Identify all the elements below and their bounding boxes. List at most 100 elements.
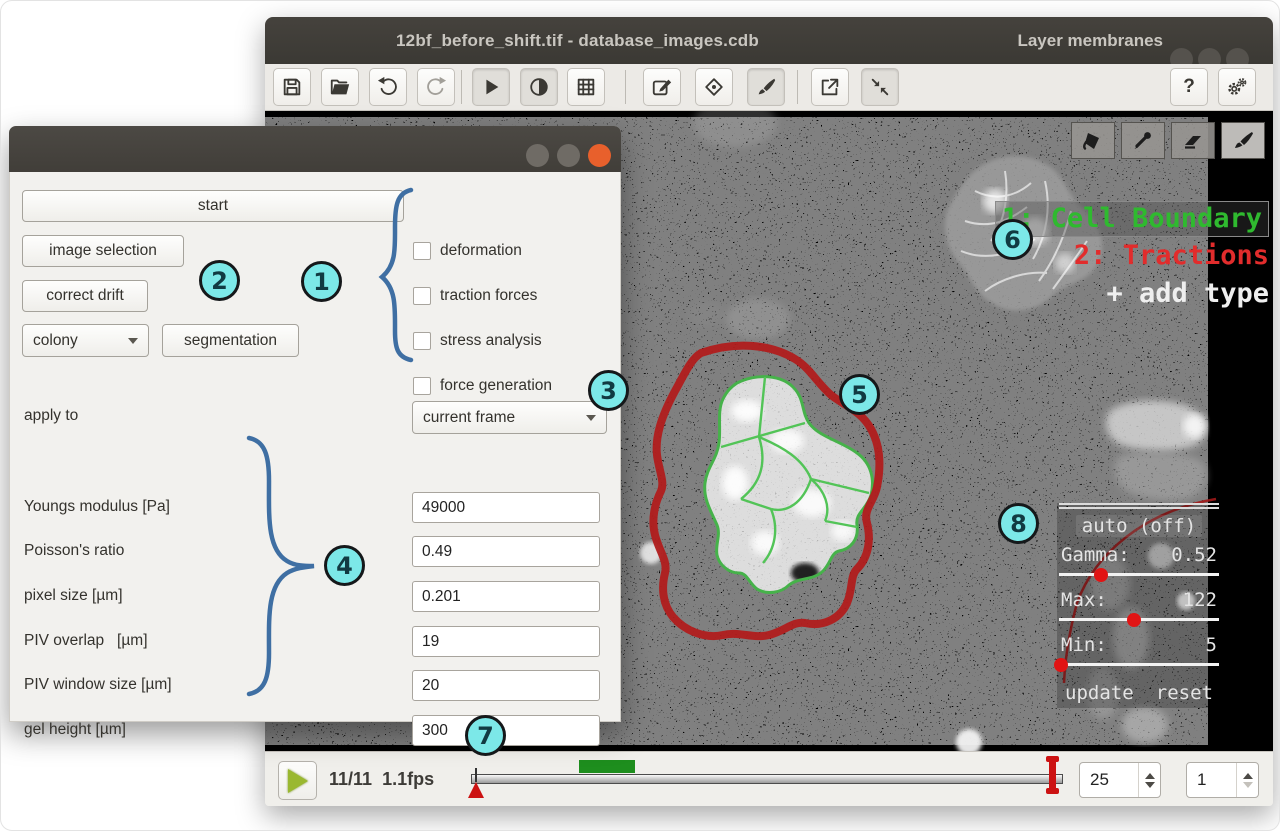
dialog-minimize-button[interactable]: [526, 144, 549, 167]
poissons-ratio-label: Poisson's ratio: [24, 542, 124, 560]
apply-to-dropdown[interactable]: current frame: [412, 401, 607, 434]
dialog-body: start image selection correct drift colo…: [9, 172, 621, 722]
timeline-start-marker[interactable]: [468, 782, 484, 798]
timeline-track[interactable]: [471, 774, 1063, 784]
min-label: Min:: [1061, 634, 1107, 656]
checkbox[interactable]: [413, 377, 431, 395]
checkbox[interactable]: [413, 287, 431, 305]
gears-icon: [1226, 76, 1248, 98]
max-row: Max: 122: [1057, 589, 1221, 611]
youngs-modulus-label: Youngs modulus [Pa]: [24, 498, 170, 516]
checkbox-force-generation[interactable]: force generation: [413, 377, 552, 395]
gamma-row: Gamma: 0.52: [1057, 544, 1221, 566]
eraser-tool-button[interactable]: [1171, 122, 1215, 159]
fps-label: 1.1fps: [382, 769, 434, 789]
fit-view-button[interactable]: [861, 68, 899, 106]
mask-toolbar: [1071, 122, 1265, 159]
checkbox[interactable]: [413, 332, 431, 350]
undo-button[interactable]: [369, 68, 407, 106]
badge-5: 5: [839, 374, 880, 415]
collapse-arrows-icon: [869, 76, 891, 98]
gel-height-label: gel height [µm]: [24, 721, 126, 739]
gamma-value: 0.52: [1171, 544, 1217, 566]
save-button[interactable]: [273, 68, 311, 106]
export-button[interactable]: [811, 68, 849, 106]
poissons-ratio-field[interactable]: [412, 536, 600, 567]
redo-button[interactable]: [417, 68, 455, 106]
badge-7: 7: [465, 715, 506, 756]
gel-height-field[interactable]: [412, 715, 600, 746]
correct-drift-button[interactable]: correct drift: [22, 280, 148, 312]
fill-icon: [1081, 130, 1105, 152]
marker-button[interactable]: [695, 68, 733, 106]
marker-type-list: 1: Cell Boundary 2: Tractions + add type: [832, 167, 1269, 281]
gamma-slider-handle[interactable]: [1094, 568, 1108, 582]
main-toolbar: ?: [265, 64, 1273, 111]
dialog-maximize-button[interactable]: [557, 144, 580, 167]
spin-down-icon[interactable]: [1145, 782, 1155, 788]
spin-up-icon[interactable]: [1145, 773, 1155, 779]
mode-dropdown[interactable]: colony: [22, 324, 149, 357]
contrast-icon: [528, 76, 550, 98]
export-icon: [819, 76, 841, 98]
toolbar-separator: [461, 70, 462, 104]
reset-button[interactable]: reset: [1156, 682, 1213, 704]
max-value: 122: [1183, 589, 1217, 611]
pipette-tool-button[interactable]: [1121, 122, 1165, 159]
skip-frames-spinbox[interactable]: 25: [1079, 762, 1161, 798]
type-cell-boundary[interactable]: 1: Cell Boundary: [832, 167, 1269, 205]
chevron-down-icon: [128, 338, 138, 344]
play-icon: [480, 76, 502, 98]
checkbox[interactable]: [413, 242, 431, 260]
update-button[interactable]: update: [1065, 682, 1134, 704]
open-folder-icon: [329, 76, 351, 98]
piv-window-size-field[interactable]: [412, 670, 600, 701]
pixel-size-label: pixel size [µm]: [24, 587, 123, 605]
max-slider-handle[interactable]: [1127, 613, 1141, 627]
timeline-slider[interactable]: [471, 752, 1063, 807]
fill-tool-button[interactable]: [1071, 122, 1115, 159]
dialog-close-button[interactable]: [588, 144, 611, 167]
help-button[interactable]: ?: [1170, 68, 1208, 106]
open-button[interactable]: [321, 68, 359, 106]
min-slider-handle[interactable]: [1054, 658, 1068, 672]
checkbox-traction-forces[interactable]: traction forces: [413, 287, 537, 305]
timeline-end-marker[interactable]: [1049, 757, 1056, 793]
settings-button[interactable]: [1218, 68, 1256, 106]
redo-icon: [425, 76, 447, 98]
playback-play-button[interactable]: [278, 761, 317, 800]
max-slider[interactable]: [1059, 613, 1219, 627]
image-selection-button[interactable]: image selection: [22, 235, 184, 267]
dialog-titlebar[interactable]: [9, 126, 621, 172]
chevron-down-icon: [586, 415, 596, 421]
checkbox-deformation[interactable]: deformation: [413, 242, 522, 260]
timeline-loaded-segment: [579, 760, 635, 773]
frames-button[interactable]: [567, 68, 605, 106]
spin-up-icon[interactable]: [1243, 773, 1253, 779]
piv-overlap-label: PIV overlap [µm]: [24, 632, 148, 650]
min-slider[interactable]: [1059, 658, 1219, 672]
play-button[interactable]: [472, 68, 510, 106]
piv-overlap-field[interactable]: [412, 626, 600, 657]
undo-icon: [377, 76, 399, 98]
spin-down-icon[interactable]: [1243, 782, 1253, 788]
gamma-slider[interactable]: [1059, 568, 1219, 582]
film-icon: [575, 76, 597, 98]
window-titlebar[interactable]: 12bf_before_shift.tif - database_images.…: [265, 17, 1273, 64]
annotate-button[interactable]: [643, 68, 681, 106]
toolbar-separator: [797, 70, 798, 104]
mask-paint-button[interactable]: [747, 68, 785, 106]
min-row: Min: 5: [1057, 634, 1221, 656]
brush-tool-button[interactable]: [1221, 122, 1265, 159]
badge-2: 2: [199, 260, 240, 301]
contrast-button[interactable]: [520, 68, 558, 106]
pixel-size-field[interactable]: [412, 581, 600, 612]
auto-contrast-button[interactable]: auto (off): [1057, 515, 1221, 537]
youngs-modulus-field[interactable]: [412, 492, 600, 523]
checkbox-stress-analysis[interactable]: stress analysis: [413, 332, 542, 350]
badge-1: 1: [301, 261, 342, 302]
segmentation-button[interactable]: segmentation: [162, 324, 299, 357]
frame-step-spinbox[interactable]: 1: [1186, 762, 1259, 798]
badge-8: 8: [998, 503, 1039, 544]
start-button[interactable]: start: [22, 190, 404, 222]
